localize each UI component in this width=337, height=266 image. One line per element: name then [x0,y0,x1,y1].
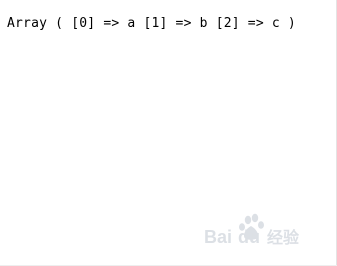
php-array-output: Array ( [0] => a [1] => b [2] => c ) [7,16,296,31]
browser-viewport: Array ( [0] => a [1] => b [2] => c ) Bai… [0,0,337,266]
svg-text:Bai: Bai [204,227,232,247]
baidu-jingyan-watermark: Bai 经验 du [204,213,300,247]
svg-text:经验: 经验 [267,228,300,247]
svg-text:du: du [238,227,260,247]
